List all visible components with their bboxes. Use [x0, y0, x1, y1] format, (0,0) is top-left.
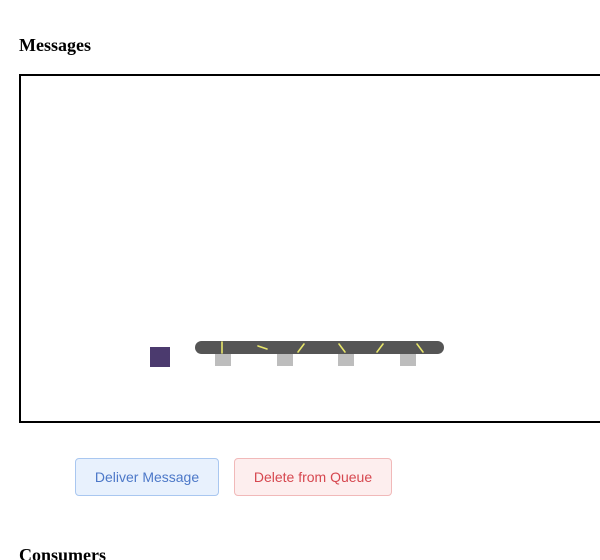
deliver-message-button[interactable]: Deliver Message [75, 458, 219, 496]
delete-from-queue-button[interactable]: Delete from Queue [234, 458, 392, 496]
messages-canvas [19, 74, 600, 423]
queue-visualization [150, 341, 444, 367]
consumers-heading: Consumers [19, 545, 107, 560]
messages-heading: Messages [19, 35, 91, 55]
conveyor-belt [195, 341, 444, 354]
page: Messages Deliver Message Delete from Que… [0, 0, 600, 560]
conveyor-foot [400, 352, 416, 366]
message-block[interactable] [150, 347, 170, 367]
conveyor-foot [277, 352, 293, 366]
conveyor-foot [215, 352, 231, 366]
conveyor-foot [338, 352, 354, 366]
